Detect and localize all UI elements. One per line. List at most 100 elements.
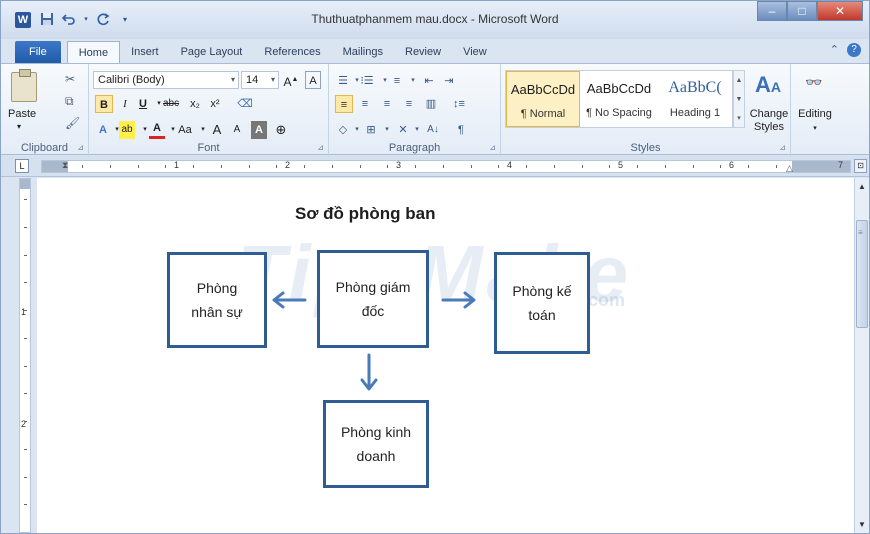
copy-icon[interactable]: ⧉ — [65, 94, 74, 109]
grow-font-icon[interactable]: A▲ — [283, 71, 299, 89]
font-launcher-icon[interactable]: ⊿ — [317, 143, 324, 152]
style-normal[interactable]: AaBbCcDd ¶ Normal — [506, 71, 580, 127]
ruler-number: 1 — [21, 307, 27, 317]
binoculars-icon[interactable]: 👓 — [805, 74, 822, 91]
cut-icon[interactable]: ✂ — [65, 72, 75, 86]
ribbon-tabs: File Home Insert Page Layout References … — [1, 39, 869, 63]
ruler-tick — [24, 282, 27, 283]
strikethrough-button[interactable]: abc — [163, 95, 179, 113]
font-name-combo[interactable]: Calibri (Body) ▾ — [93, 71, 239, 89]
minimize-ribbon-icon[interactable]: ⌃ — [830, 43, 839, 57]
ruler-tick — [138, 165, 139, 168]
org-box-director[interactable]: Phòng giám đốc — [317, 250, 429, 348]
tab-page-layout[interactable]: Page Layout — [170, 41, 254, 63]
styles-launcher-icon[interactable]: ⊿ — [779, 143, 786, 152]
tab-insert[interactable]: Insert — [120, 41, 170, 63]
chevron-down-icon[interactable]: ▾ — [405, 72, 421, 90]
scroll-down-icon[interactable]: ▼ — [855, 518, 869, 532]
horizontal-ruler[interactable]: 1 2 3 4 5 6 7 ⧗ △ — [41, 160, 851, 173]
format-painter-icon[interactable]: 🖌 — [65, 116, 80, 130]
subscript-button[interactable]: x₂ — [187, 95, 203, 113]
paragraph-launcher-icon[interactable]: ⊿ — [489, 143, 496, 152]
style-name: ¶ Normal — [520, 108, 566, 120]
font-size-combo[interactable]: 14 ▾ — [241, 71, 279, 89]
text-effects-box-icon[interactable]: A — [305, 71, 321, 89]
grow-font-button[interactable]: A — [209, 121, 225, 139]
decrease-indent-button[interactable]: ⇤ — [421, 72, 437, 90]
ruler-tick — [24, 504, 27, 505]
tab-view[interactable]: View — [452, 41, 498, 63]
justify-button[interactable]: ≡ — [401, 95, 417, 113]
change-styles-button[interactable]: Change Styles — [749, 108, 789, 134]
scroll-up-icon[interactable]: ▲ — [855, 180, 869, 194]
view-ruler-icon[interactable]: ⊡ — [854, 159, 867, 173]
close-button[interactable]: ✕ — [817, 1, 863, 21]
tab-selector[interactable]: L — [15, 159, 29, 173]
character-shading-button[interactable]: A — [251, 121, 267, 139]
vertical-ruler[interactable]: 1 2 — [19, 178, 31, 533]
increase-indent-button[interactable]: ⇥ — [441, 72, 457, 90]
line-spacing-button[interactable]: ↕≡ — [451, 95, 467, 113]
chevron-down-icon[interactable]: ▾ — [379, 121, 395, 139]
tab-file[interactable]: File — [15, 41, 61, 63]
org-box-business[interactable]: Phòng kinh doanh — [323, 400, 429, 488]
document-page[interactable]: TipsMake .com Sơ đồ phòng ban Phòng nhân… — [37, 178, 855, 533]
paste-dropdown-icon[interactable]: ▾ — [17, 122, 21, 131]
minimize-button[interactable]: ‒ — [757, 1, 787, 21]
style-no-spacing[interactable]: AaBbCcDd ¶ No Spacing — [582, 71, 656, 127]
show-marks-button[interactable]: ¶ — [453, 121, 469, 139]
align-right-button[interactable]: ≡ — [379, 95, 395, 113]
paste-button[interactable]: Paste — [8, 108, 36, 120]
ruler-tick — [24, 477, 27, 478]
shrink-font-button[interactable]: A — [229, 121, 245, 139]
box-line: Phòng kế — [512, 283, 572, 299]
sort-button[interactable]: A↓ — [425, 121, 441, 139]
box-line: toán — [528, 307, 556, 323]
clipboard-launcher-icon[interactable]: ⊿ — [77, 143, 84, 152]
chevron-down-icon[interactable]: ▾ — [791, 122, 839, 135]
superscript-button[interactable]: x² — [207, 95, 223, 113]
ruler-number: 2 — [285, 160, 291, 170]
right-indent-marker-icon[interactable]: △ — [786, 163, 793, 174]
box-line: doanh — [356, 448, 396, 464]
word-window: W ▾ ▾ Thuthuatphanmem mau.docx - Microso… — [0, 0, 870, 534]
style-heading-1[interactable]: AaBbC( Heading 1 — [658, 71, 732, 127]
italic-button[interactable]: I — [117, 95, 133, 113]
ruler-tick — [24, 338, 27, 339]
tab-review[interactable]: Review — [394, 41, 452, 63]
columns-button[interactable]: ▥ — [423, 95, 439, 113]
tab-mailings[interactable]: Mailings — [332, 41, 394, 63]
org-box-hr[interactable]: Phòng nhân sự — [167, 252, 267, 348]
multilevel-list-button[interactable]: ≡ — [389, 72, 405, 90]
ruler-number: 6 — [729, 160, 735, 170]
chevron-down-icon[interactable]: ▾ — [409, 121, 425, 139]
tab-references[interactable]: References — [253, 41, 331, 63]
ruler-tick — [665, 165, 666, 168]
clear-formatting-icon[interactable]: ⌫ — [237, 95, 253, 113]
numbering-button[interactable]: ⁝☰ — [359, 72, 375, 90]
help-icon[interactable]: ? — [847, 43, 861, 57]
borders-button[interactable]: ⊞ — [363, 121, 379, 139]
ruler-tick — [526, 165, 527, 168]
ruler-tick — [276, 165, 277, 168]
ribbon: Paste ▾ ✂ ⧉ 🖌 Clipboard ⊿ Calibri (Body)… — [1, 63, 869, 156]
styles-gallery-scroll[interactable]: ▲ ▼ ▾ — [733, 70, 745, 128]
font-color-button[interactable]: A — [149, 121, 165, 139]
vertical-scrollbar[interactable]: ▲ ≡ ▼ — [854, 178, 869, 533]
org-box-accounting[interactable]: Phòng kế toán — [494, 252, 590, 354]
tab-home[interactable]: Home — [66, 41, 121, 63]
title-bar: W ▾ ▾ Thuthuatphanmem mau.docx - Microso… — [1, 1, 869, 39]
highlight-button[interactable]: ab — [119, 121, 135, 139]
indent-marker-icon[interactable]: ⧗ — [62, 160, 68, 171]
change-case-button[interactable]: Aa — [177, 121, 193, 139]
align-center-button[interactable]: ≡ — [357, 95, 373, 113]
maximize-button[interactable]: □ — [787, 1, 817, 21]
align-left-button[interactable]: ≡ — [335, 95, 353, 113]
paste-icon[interactable] — [11, 69, 37, 102]
change-styles-icon[interactable]: AA — [755, 72, 781, 98]
editing-button[interactable]: Editing — [791, 108, 839, 121]
bold-button[interactable]: B — [95, 95, 113, 113]
underline-button[interactable]: U — [135, 95, 151, 113]
enclose-characters-icon[interactable]: ⊕ — [273, 121, 289, 139]
window-title: Thuthuatphanmem mau.docx - Microsoft Wor… — [311, 12, 559, 26]
